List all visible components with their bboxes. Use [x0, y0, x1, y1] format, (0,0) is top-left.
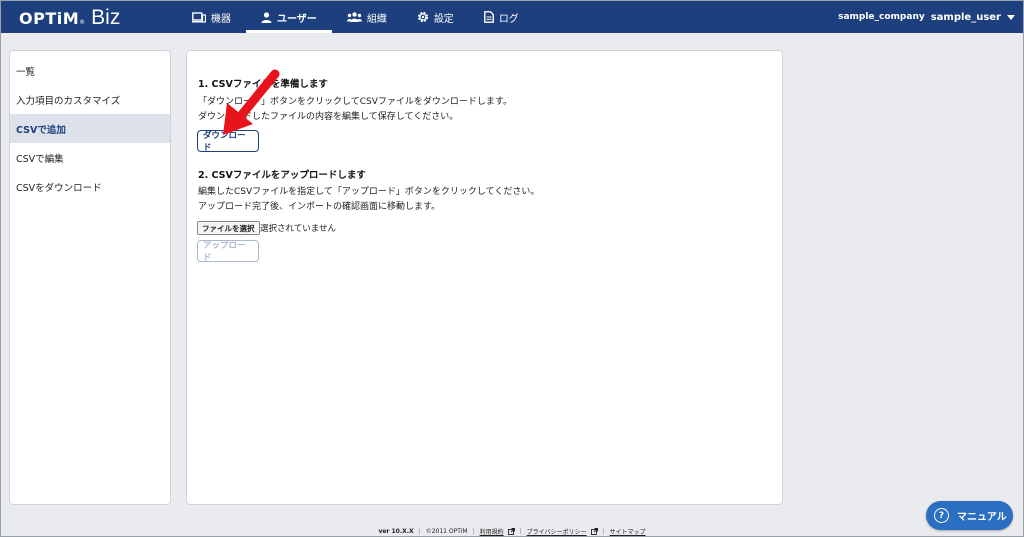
company-name: sample_company	[838, 12, 925, 22]
nav-organization[interactable]: 組織	[332, 1, 402, 33]
upload-button[interactable]: アップロード	[197, 240, 259, 263]
nav-settings[interactable]: 設定	[402, 1, 469, 33]
logo-optim-text: OPTiM	[19, 9, 80, 28]
file-select-button[interactable]: ファイルを選択	[197, 221, 260, 235]
sidebar-item-edit-by-csv[interactable]: CSVで編集	[10, 143, 170, 172]
nav-users-label: ユーザー	[277, 13, 317, 25]
user-name: sample_user	[930, 11, 1001, 23]
terms-link[interactable]: 利用規約	[480, 527, 504, 536]
logo-registered-mark: ®	[79, 19, 86, 26]
nav-organization-label: 組織	[366, 13, 387, 25]
organization-icon	[346, 12, 362, 22]
nav-devices-label: 機器	[211, 13, 231, 25]
help-icon: ?	[934, 508, 949, 523]
nav-users[interactable]: ユーザー	[246, 1, 332, 33]
nav-log[interactable]: ログ	[469, 1, 534, 33]
optim-biz-logo[interactable]: OPTiM ® Biz	[19, 6, 121, 29]
nav-settings-label: 設定	[433, 13, 454, 25]
sidebar: 一覧 入力項目のカスタマイズ CSVで追加 CSVで編集 CSVをダウンロード	[9, 50, 171, 505]
copyright-text: ©2011 OPTiM	[425, 527, 468, 535]
main-nav: 機器 ユーザー 組織 設定 ログ	[177, 1, 534, 33]
manual-button[interactable]: ? マニュアル	[926, 501, 1013, 530]
sitemap-link[interactable]: サイトマップ	[610, 527, 646, 536]
sidebar-item-add-by-csv[interactable]: CSVで追加	[10, 114, 170, 143]
chevron-down-icon	[1007, 14, 1015, 20]
external-link-icon	[590, 527, 598, 535]
account-menu[interactable]: sample_company sample_user	[838, 1, 1015, 33]
sidebar-item-download-csv[interactable]: CSVをダウンロード	[10, 172, 170, 201]
sidebar-item-customize-fields[interactable]: 入力項目のカスタマイズ	[10, 85, 170, 114]
device-icon	[192, 11, 206, 23]
footer-separator: |	[418, 527, 421, 535]
user-icon	[261, 11, 272, 23]
logo-biz-text: Biz	[91, 6, 121, 29]
footer: ver 10.X.X | ©2011 OPTiM | 利用規約 | プライバシー…	[1, 525, 1023, 537]
log-icon	[483, 11, 494, 23]
footer-separator: |	[602, 527, 605, 535]
external-link-icon	[507, 527, 515, 535]
top-navigation-bar: OPTiM ® Biz 機器 ユーザー 組織 設定 ログ sample_comp…	[1, 1, 1023, 33]
step2-title: 2. CSVファイルをアップロードします	[198, 170, 366, 181]
step2-description-line2: アップロード完了後、インポートの確認画面に移動します。	[198, 202, 441, 212]
gear-icon	[417, 11, 429, 23]
annotation-arrow-icon	[223, 69, 280, 135]
nav-devices[interactable]: 機器	[177, 1, 246, 33]
footer-separator: |	[472, 527, 475, 535]
manual-button-label: マニュアル	[957, 512, 1007, 523]
file-select-status: 選択されていません	[260, 224, 336, 234]
footer-separator: |	[519, 527, 522, 535]
step2-description-line1: 編集したCSVファイルを指定して「アップロード」ボタンをクリックしてください。	[198, 187, 540, 197]
nav-log-label: ログ	[498, 13, 519, 25]
version-text: ver 10.X.X	[378, 527, 414, 535]
privacy-policy-link[interactable]: プライバシーポリシー	[527, 527, 587, 536]
sidebar-item-list[interactable]: 一覧	[10, 56, 170, 85]
